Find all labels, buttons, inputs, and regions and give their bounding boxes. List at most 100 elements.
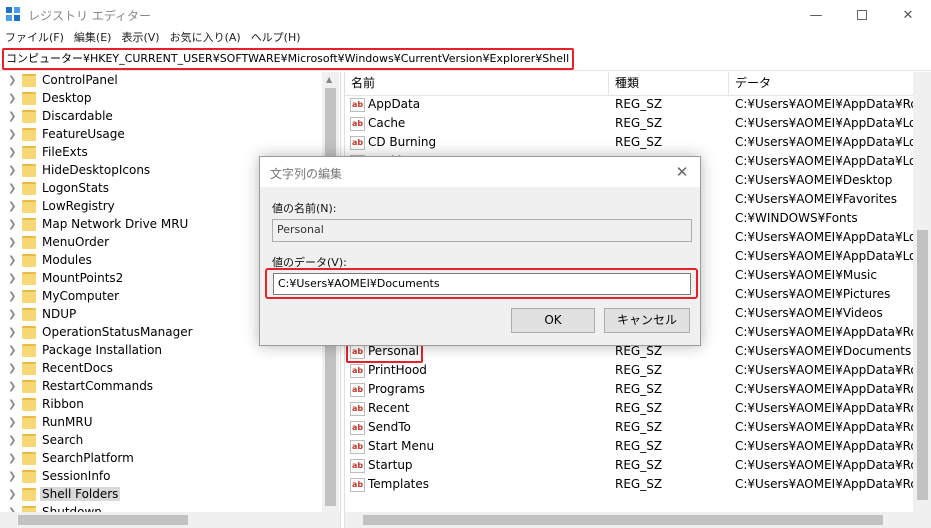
expand-chevron-icon[interactable]: ❯ (8, 75, 16, 87)
folder-icon (22, 92, 36, 105)
tree-item[interactable]: ❯ FeatureUsage (0, 126, 322, 144)
tree-item-label: MyComputer (42, 289, 120, 303)
cancel-button[interactable]: キャンセル (604, 308, 690, 333)
tree-item-label: MenuOrder (42, 235, 110, 249)
tree-item-label: Ribbon (42, 397, 84, 411)
folder-icon (22, 272, 36, 285)
tree-item[interactable]: ❯ ControlPanel (0, 72, 322, 90)
scrollbar-thumb[interactable] (363, 515, 883, 525)
expand-chevron-icon[interactable]: ❯ (8, 255, 16, 267)
address-bar[interactable]: コンピューター¥HKEY_CURRENT_USER¥SOFTWARE¥Micro… (2, 48, 574, 70)
menu-help[interactable]: ヘルプ(H) (246, 30, 306, 48)
string-value-icon: ab (350, 117, 365, 131)
expand-chevron-icon[interactable]: ❯ (8, 363, 16, 375)
window-title: レジストリ エディター (28, 9, 151, 23)
menu-view[interactable]: 表示(V) (116, 30, 164, 48)
folder-icon (22, 470, 36, 483)
tree-item[interactable]: ❯ Discardable (0, 108, 322, 126)
expand-chevron-icon[interactable]: ❯ (8, 417, 16, 429)
expand-chevron-icon[interactable]: ❯ (8, 471, 16, 483)
string-value-icon: ab (350, 383, 365, 397)
value-row[interactable]: ab CD Burning REG_SZ C:¥Users¥AOMEI¥AppData… (345, 134, 913, 153)
column-name[interactable]: 名前 (345, 72, 609, 96)
tree-item-label: Desktop (42, 91, 92, 105)
tree-item-label: FileExts (42, 145, 88, 159)
tree-item-label: Discardable (42, 109, 113, 123)
expand-chevron-icon[interactable]: ❯ (8, 345, 16, 357)
tree-item[interactable]: ❯ Desktop (0, 90, 322, 108)
tree-item-label: SessionInfo (42, 469, 111, 483)
value-data: C:¥Users¥AOMEI¥AppData¥Local (735, 249, 913, 263)
menu-file[interactable]: ファイル(F) (0, 30, 69, 48)
value-type: REG_SZ (615, 458, 663, 472)
tree-item[interactable]: ❯ Ribbon (0, 396, 322, 414)
tree-item[interactable]: ❯ RunMRU (0, 414, 322, 432)
expand-chevron-icon[interactable]: ❯ (8, 273, 16, 285)
expand-chevron-icon[interactable]: ❯ (8, 237, 16, 249)
maximize-button[interactable] (839, 0, 885, 30)
folder-icon (22, 452, 36, 465)
expand-chevron-icon[interactable]: ❯ (8, 435, 16, 447)
value-row[interactable]: ab Templates REG_SZ C:¥Users¥AOMEI¥AppData¥… (345, 476, 913, 495)
expand-chevron-icon[interactable]: ❯ (8, 183, 16, 195)
expand-chevron-icon[interactable]: ❯ (8, 219, 16, 231)
list-vertical-scrollbar[interactable] (913, 72, 931, 512)
tree-item-label: MountPoints2 (42, 271, 124, 285)
tree-item-label: SearchPlatform (42, 451, 134, 465)
value-data-input[interactable]: C:¥Users¥AOMEI¥Documents (273, 273, 691, 295)
ok-button[interactable]: OK (511, 308, 595, 333)
scrollbar-thumb[interactable] (18, 515, 188, 525)
expand-chevron-icon[interactable]: ❯ (8, 201, 16, 213)
value-data: C:¥Users¥AOMEI¥AppData¥Roaming (735, 325, 913, 339)
menu-edit[interactable]: 編集(E) (69, 30, 117, 48)
tree-item[interactable]: ❯ RecentDocs (0, 360, 322, 378)
value-row[interactable]: abCache REG_SZ C:¥Users¥AOMEI¥AppData¥Loca… (345, 115, 913, 134)
tree-item[interactable]: ❯ RestartCommands (0, 378, 322, 396)
value-name: Cache (368, 116, 406, 130)
value-data: C:¥Users¥AOMEI¥Favorites (735, 192, 898, 206)
dialog-title: 文字列の編集 (270, 167, 343, 181)
expand-chevron-icon[interactable]: ❯ (8, 93, 16, 105)
value-data: C:¥Users¥AOMEI¥Desktop (735, 173, 893, 187)
list-horizontal-scrollbar[interactable] (345, 512, 931, 528)
tree-item-label: OperationStatusManager (42, 325, 193, 339)
dialog-close-button[interactable]: ✕ (672, 162, 692, 182)
expand-chevron-icon[interactable]: ❯ (8, 327, 16, 339)
expand-chevron-icon[interactable]: ❯ (8, 129, 16, 141)
value-row[interactable]: ab Programs REG_SZ C:¥Users¥AOMEI¥AppData¥R… (345, 381, 913, 400)
value-row[interactable]: abAppData REG_SZ C:¥Users¥AOMEI¥AppData¥Ro… (345, 96, 913, 115)
value-data: C:¥Users¥AOMEI¥AppData¥Local¥Microsoft (735, 116, 913, 130)
tree-item[interactable]: ❯ Search (0, 432, 322, 450)
tree-horizontal-scrollbar[interactable] (0, 512, 340, 528)
expand-chevron-icon[interactable]: ❯ (8, 381, 16, 393)
value-row[interactable]: abStartup REG_SZ C:¥Users¥AOMEI¥AppData¥Ro… (345, 457, 913, 476)
maximize-icon (857, 10, 867, 20)
value-row[interactable]: abRecent REG_SZ C:¥Users¥AOMEI¥AppData¥Roa… (345, 400, 913, 419)
expand-chevron-icon[interactable]: ❯ (8, 291, 16, 303)
menu-favorites[interactable]: お気に入り(A) (165, 30, 246, 48)
value-row[interactable]: ab PrintHood REG_SZ C:¥Users¥AOMEI¥AppData¥… (345, 362, 913, 381)
tree-item[interactable]: ❯ SessionInfo (0, 468, 322, 486)
tree-item-label: RunMRU (42, 415, 93, 429)
expand-chevron-icon[interactable]: ❯ (8, 453, 16, 465)
scroll-up-icon[interactable]: ▲ (326, 75, 332, 84)
value-name: Start Menu (368, 439, 435, 453)
column-data[interactable]: データ (729, 72, 913, 96)
expand-chevron-icon[interactable]: ❯ (8, 111, 16, 123)
expand-chevron-icon[interactable]: ❯ (8, 147, 16, 159)
close-button[interactable]: ✕ (885, 0, 931, 30)
expand-chevron-icon[interactable]: ❯ (8, 489, 16, 501)
value-row[interactable]: abSendTo REG_SZ C:¥Users¥AOMEI¥AppData¥Roa… (345, 419, 913, 438)
folder-icon (22, 254, 36, 267)
minimize-button[interactable]: — (793, 0, 839, 30)
scrollbar-thumb[interactable] (917, 230, 928, 500)
tree-item-label: Search (42, 433, 84, 447)
expand-chevron-icon[interactable]: ❯ (8, 309, 16, 321)
expand-chevron-icon[interactable]: ❯ (8, 399, 16, 411)
tree-item[interactable]: ❯ SearchPlatform (0, 450, 322, 468)
column-type[interactable]: 種類 (609, 72, 729, 96)
tree-item[interactable]: ❯ Shell Folders (0, 486, 322, 504)
expand-chevron-icon[interactable]: ❯ (8, 165, 16, 177)
folder-icon (22, 488, 36, 501)
value-row[interactable]: ab Start Menu REG_SZ C:¥Users¥AOMEI¥AppData… (345, 438, 913, 457)
